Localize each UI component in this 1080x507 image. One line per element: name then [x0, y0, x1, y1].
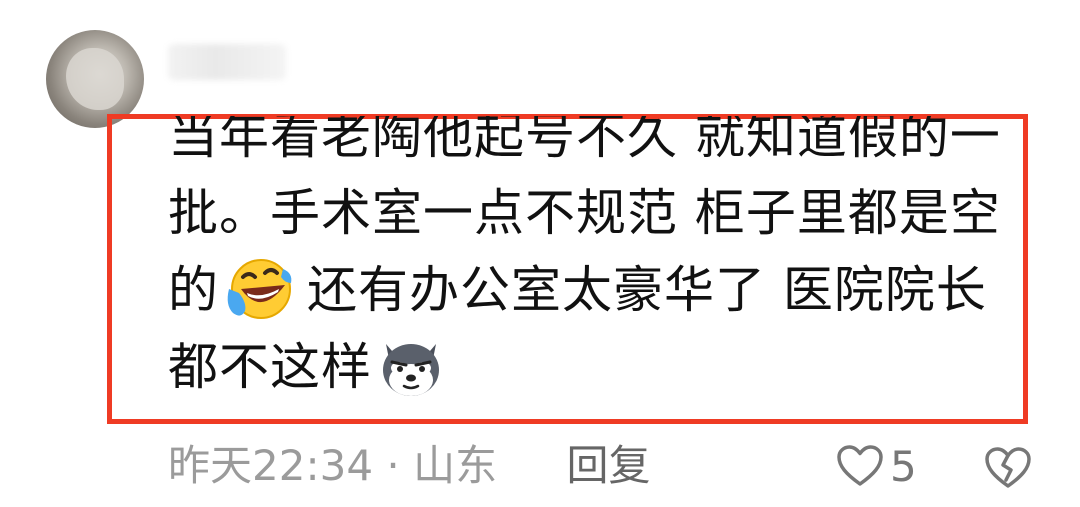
husky-dog-emoji-icon	[383, 343, 439, 396]
comment-line-segment: 都不这样	[168, 338, 372, 396]
heart-icon	[837, 445, 883, 486]
separator-dot: ·	[386, 441, 400, 490]
timestamp: 昨天22:34	[168, 441, 374, 490]
location: 山东	[413, 441, 498, 490]
comment-line: 批。手术室一点不规范 柜子里都是空	[168, 184, 1001, 242]
comment-text: 当年看老陶他起号不久 就知道假的一 批。手术室一点不规范 柜子里都是空 的 还有…	[168, 116, 1028, 424]
comment-meta: 昨天22:34 · 山东 回复	[168, 436, 651, 496]
like-button[interactable]: 5	[836, 440, 917, 492]
like-count: 5	[890, 441, 917, 491]
avatar-image	[66, 48, 124, 110]
username-blurred[interactable]	[168, 44, 286, 80]
comment-line: 的 还有办公室太豪华了 医院院长	[168, 252, 1028, 329]
comment-line-segment: 还有办公室太豪华了 医院院长	[307, 261, 987, 319]
comment-line: 当年看老陶他起号不久 就知道假的一	[168, 116, 1001, 165]
comment-line-segment: 的	[168, 261, 219, 319]
broken-heart-icon[interactable]	[984, 444, 1032, 490]
reply-button[interactable]: 回复	[567, 441, 651, 490]
laughing-crying-emoji-icon	[227, 258, 292, 319]
comment-line: 都不这样	[168, 329, 1028, 406]
